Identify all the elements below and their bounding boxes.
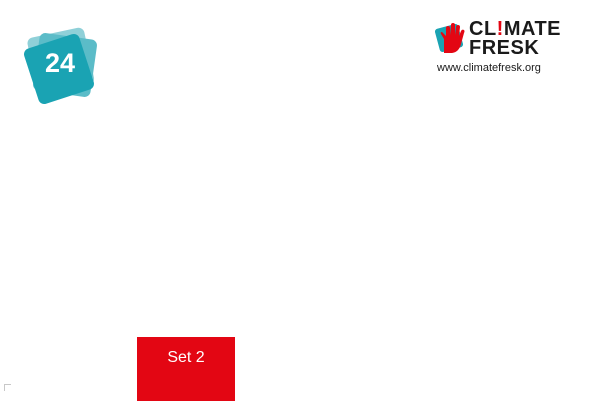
- logo-wordmark-line1: CL!MATE: [469, 18, 562, 40]
- logo-wordmark-line2: FRESK: [469, 37, 540, 59]
- crop-mark: [4, 384, 11, 391]
- hand-icon: [435, 23, 465, 53]
- set-label: Set 2: [137, 337, 235, 401]
- climate-fresk-logo: CL!MATE FRESK www.climatefresk.org: [432, 17, 562, 79]
- card-number: 24: [44, 48, 76, 78]
- website-url: www.climatefresk.org: [437, 62, 541, 74]
